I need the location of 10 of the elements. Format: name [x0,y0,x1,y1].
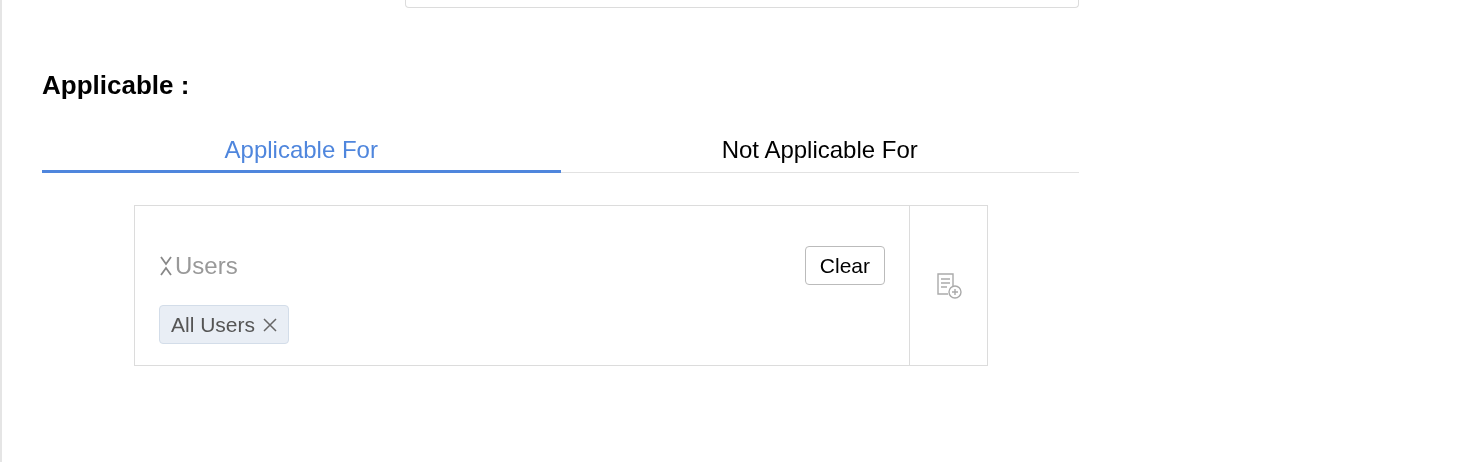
section-title: Applicable : [42,69,191,102]
chip-label: All Users [171,311,255,338]
tab[interactable]: Applicable For [42,129,561,173]
close-icon[interactable] [263,317,277,332]
field-label: Users [175,250,238,281]
add-list-icon[interactable] [934,271,963,300]
tab[interactable]: Not Applicable For [560,129,1079,173]
input-field[interactable] [405,0,1079,8]
collapse-icon[interactable] [159,254,173,277]
clear-button[interactable]: Clear [804,246,885,285]
